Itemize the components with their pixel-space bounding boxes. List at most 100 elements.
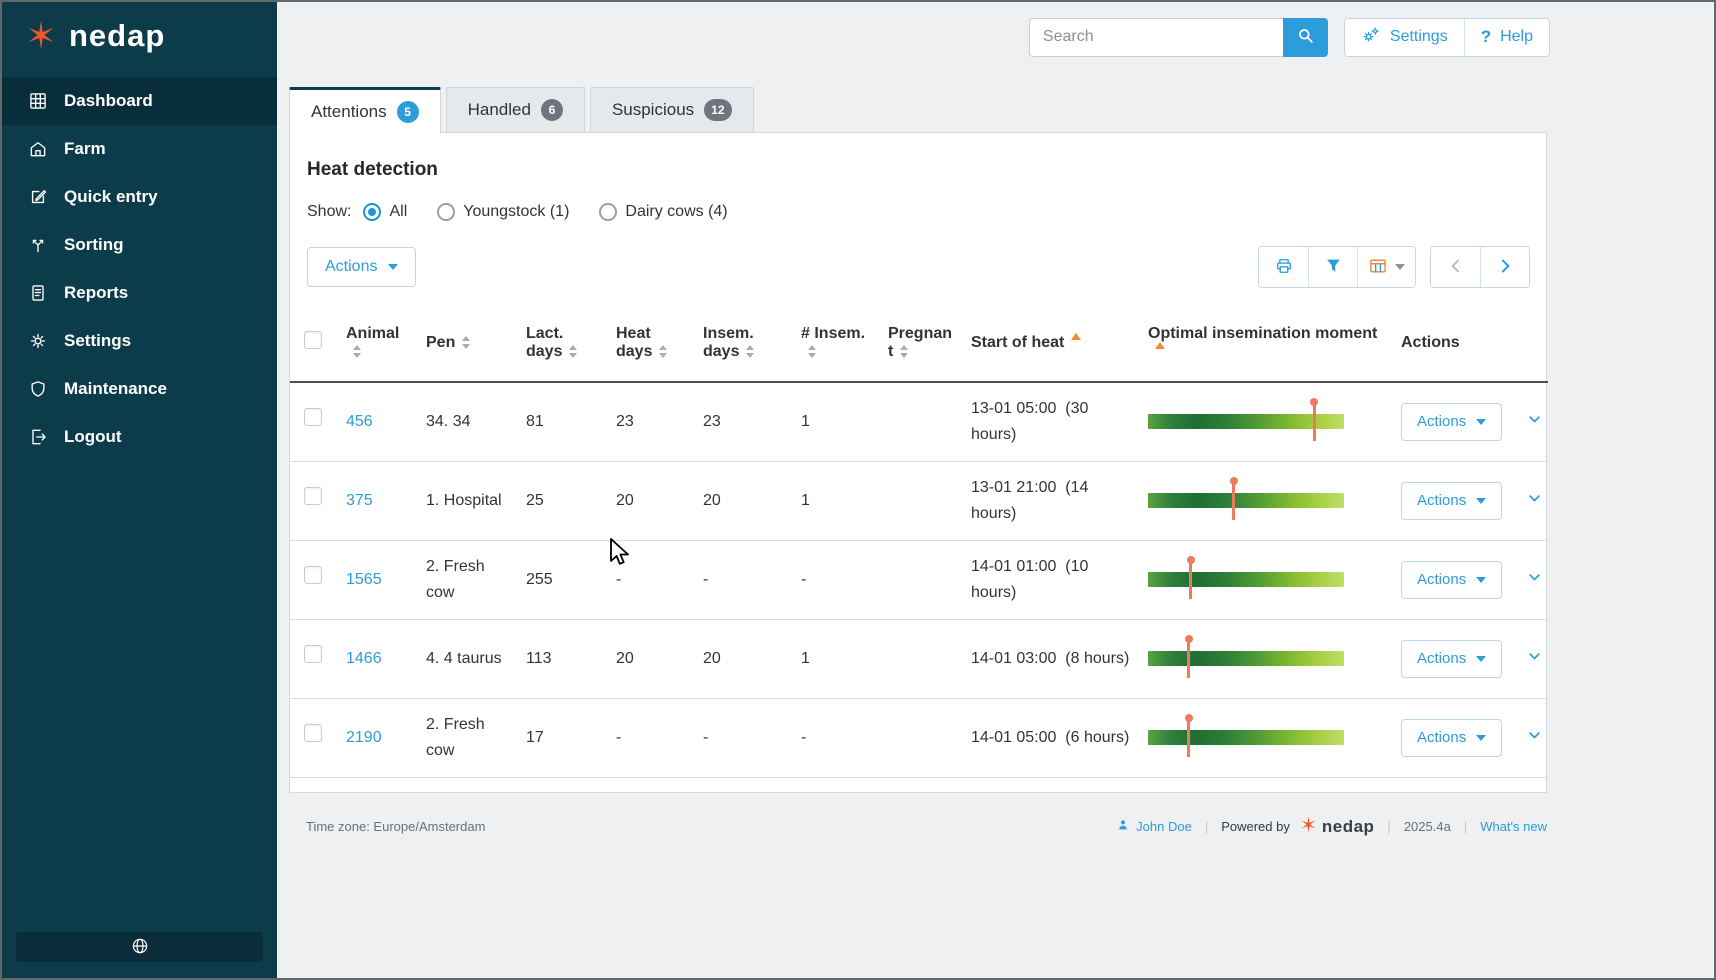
select-all-checkbox[interactable] — [304, 331, 322, 349]
pen-cell: 2. Fresh cow — [418, 698, 518, 777]
pen-cell: 1. Hospital — [418, 461, 518, 540]
radio-label: All — [389, 203, 407, 221]
bulk-actions-button[interactable]: Actions — [307, 247, 416, 287]
row-checkbox[interactable] — [304, 645, 322, 663]
sort-carets-icon — [808, 345, 816, 358]
help-button[interactable]: ? Help — [1464, 19, 1549, 56]
animal-link[interactable]: 456 — [346, 413, 373, 430]
nedap-logo[interactable]: nedap — [2, 2, 277, 69]
table-row: 375 1. Hospital 25 20 20 1 13-01 21:00 (… — [290, 461, 1548, 540]
animal-link[interactable]: 1466 — [346, 650, 382, 667]
column-header-heat-days[interactable]: Heat days — [608, 304, 695, 382]
pregnant-cell — [880, 461, 963, 540]
sidebar-item-maintenance[interactable]: Maintenance — [2, 365, 277, 413]
row-actions-button[interactable]: Actions — [1401, 561, 1502, 599]
pregnant-cell — [880, 540, 963, 619]
column-header-insem-days[interactable]: Insem. days — [695, 304, 793, 382]
tab-handled[interactable]: Handled 6 — [446, 87, 585, 133]
settings-button[interactable]: Settings — [1345, 19, 1464, 56]
sidebar-item-farm[interactable]: Farm — [2, 125, 277, 173]
insemination-window-bar — [1148, 572, 1344, 587]
chevron-down-icon — [1476, 498, 1486, 504]
filter-button[interactable] — [1308, 247, 1357, 287]
insemination-window-bar — [1148, 493, 1344, 508]
column-header-animal[interactable]: Animal — [338, 304, 418, 382]
chevron-down-icon — [1525, 575, 1544, 590]
insem-days-cell: 20 — [695, 461, 793, 540]
page-title: Heat detection — [307, 159, 1546, 181]
lact-days-cell: 81 — [518, 382, 608, 461]
prev-page-button[interactable] — [1431, 247, 1480, 287]
column-chooser-icon — [1368, 256, 1388, 279]
sidebar-item-settings[interactable]: Settings — [2, 317, 277, 365]
chevron-left-icon — [1446, 256, 1466, 279]
tab-attentions[interactable]: Attentions 5 — [289, 87, 441, 134]
row-actions-button[interactable]: Actions — [1401, 640, 1502, 678]
bulk-actions-label: Actions — [325, 258, 377, 276]
heat-days-cell: 20 — [608, 461, 695, 540]
user-link[interactable]: John Doe — [1116, 818, 1192, 835]
column-header-lact-days[interactable]: Lact. days — [518, 304, 608, 382]
sidebar-item-quick-entry[interactable]: Quick entry — [2, 173, 277, 221]
main-area: Settings ? Help Attentions 5 Handled 6 S… — [277, 2, 1714, 978]
chevron-down-icon — [1395, 264, 1405, 270]
chevron-down-icon — [1525, 417, 1544, 432]
row-actions-button[interactable]: Actions — [1401, 482, 1502, 520]
whats-new-link[interactable]: What's new — [1480, 819, 1547, 834]
row-checkbox[interactable] — [304, 408, 322, 426]
tab-suspicious[interactable]: Suspicious 12 — [590, 87, 754, 133]
heat-days-cell: - — [608, 540, 695, 619]
select-all-header — [290, 304, 338, 382]
row-checkbox[interactable] — [304, 724, 322, 742]
sidebar-item-reports[interactable]: Reports — [2, 269, 277, 317]
radio-youngstock[interactable]: Youngstock (1) — [437, 203, 569, 221]
column-chooser-button[interactable] — [1357, 247, 1415, 287]
column-header-num-insem[interactable]: # Insem. — [793, 304, 880, 382]
search-button[interactable] — [1283, 18, 1328, 57]
printer-icon — [1274, 256, 1294, 279]
insem-days-cell: 23 — [695, 382, 793, 461]
tab-label: Attentions — [311, 102, 387, 122]
next-page-button[interactable] — [1480, 247, 1529, 287]
expand-row-button[interactable] — [1521, 722, 1548, 752]
sidebar-item-logout[interactable]: Logout — [2, 413, 277, 461]
sort-carets-icon — [353, 345, 361, 358]
show-label: Show: — [307, 203, 351, 221]
sort-carets-icon — [746, 345, 754, 358]
sidebar-item-sorting[interactable]: Sorting — [2, 221, 277, 269]
search-input[interactable] — [1029, 18, 1283, 57]
column-header-start-of-heat[interactable]: Start of heat — [963, 304, 1140, 382]
heat-days-cell: 20 — [608, 619, 695, 698]
expand-row-button[interactable] — [1521, 406, 1548, 436]
row-actions-button[interactable]: Actions — [1401, 719, 1502, 757]
language-globe-button[interactable] — [16, 932, 263, 962]
radio-label: Youngstock (1) — [463, 203, 569, 221]
pen-cell: 2. Fresh cow — [418, 540, 518, 619]
chevron-down-icon — [1476, 419, 1486, 425]
radio-dairy-cows[interactable]: Dairy cows (4) — [599, 203, 727, 221]
row-actions-button[interactable]: Actions — [1401, 403, 1502, 441]
expand-row-button[interactable] — [1521, 485, 1548, 515]
sidebar-item-dashboard[interactable]: Dashboard — [2, 77, 277, 125]
animal-link[interactable]: 1565 — [346, 571, 382, 588]
column-header-pen[interactable]: Pen — [418, 304, 518, 382]
sort-carets-icon — [462, 336, 470, 349]
powered-by: Powered by nedap — [1221, 815, 1374, 839]
animal-link[interactable]: 375 — [346, 492, 373, 509]
row-checkbox[interactable] — [304, 566, 322, 584]
row-checkbox[interactable] — [304, 487, 322, 505]
expand-row-button[interactable] — [1521, 564, 1548, 594]
column-header-pregnant[interactable]: Pregnant — [880, 304, 963, 382]
chevron-down-icon — [1476, 656, 1486, 662]
report-icon — [27, 283, 48, 303]
chevron-down-icon — [1476, 735, 1486, 741]
animal-link[interactable]: 2190 — [346, 729, 382, 746]
start-of-heat-cell: 13-01 05:00 (30 hours) — [963, 382, 1140, 461]
sidebar-item-label: Reports — [64, 283, 128, 303]
radio-all[interactable]: All — [363, 203, 407, 221]
print-button[interactable] — [1259, 247, 1308, 287]
column-header-optimal-insemination[interactable]: Optimal insemination moment — [1140, 304, 1393, 382]
pagination-group — [1430, 246, 1530, 288]
table-header-row: Animal Pen Lact. days Heat days Insem. d… — [290, 304, 1548, 382]
expand-row-button[interactable] — [1521, 643, 1548, 673]
